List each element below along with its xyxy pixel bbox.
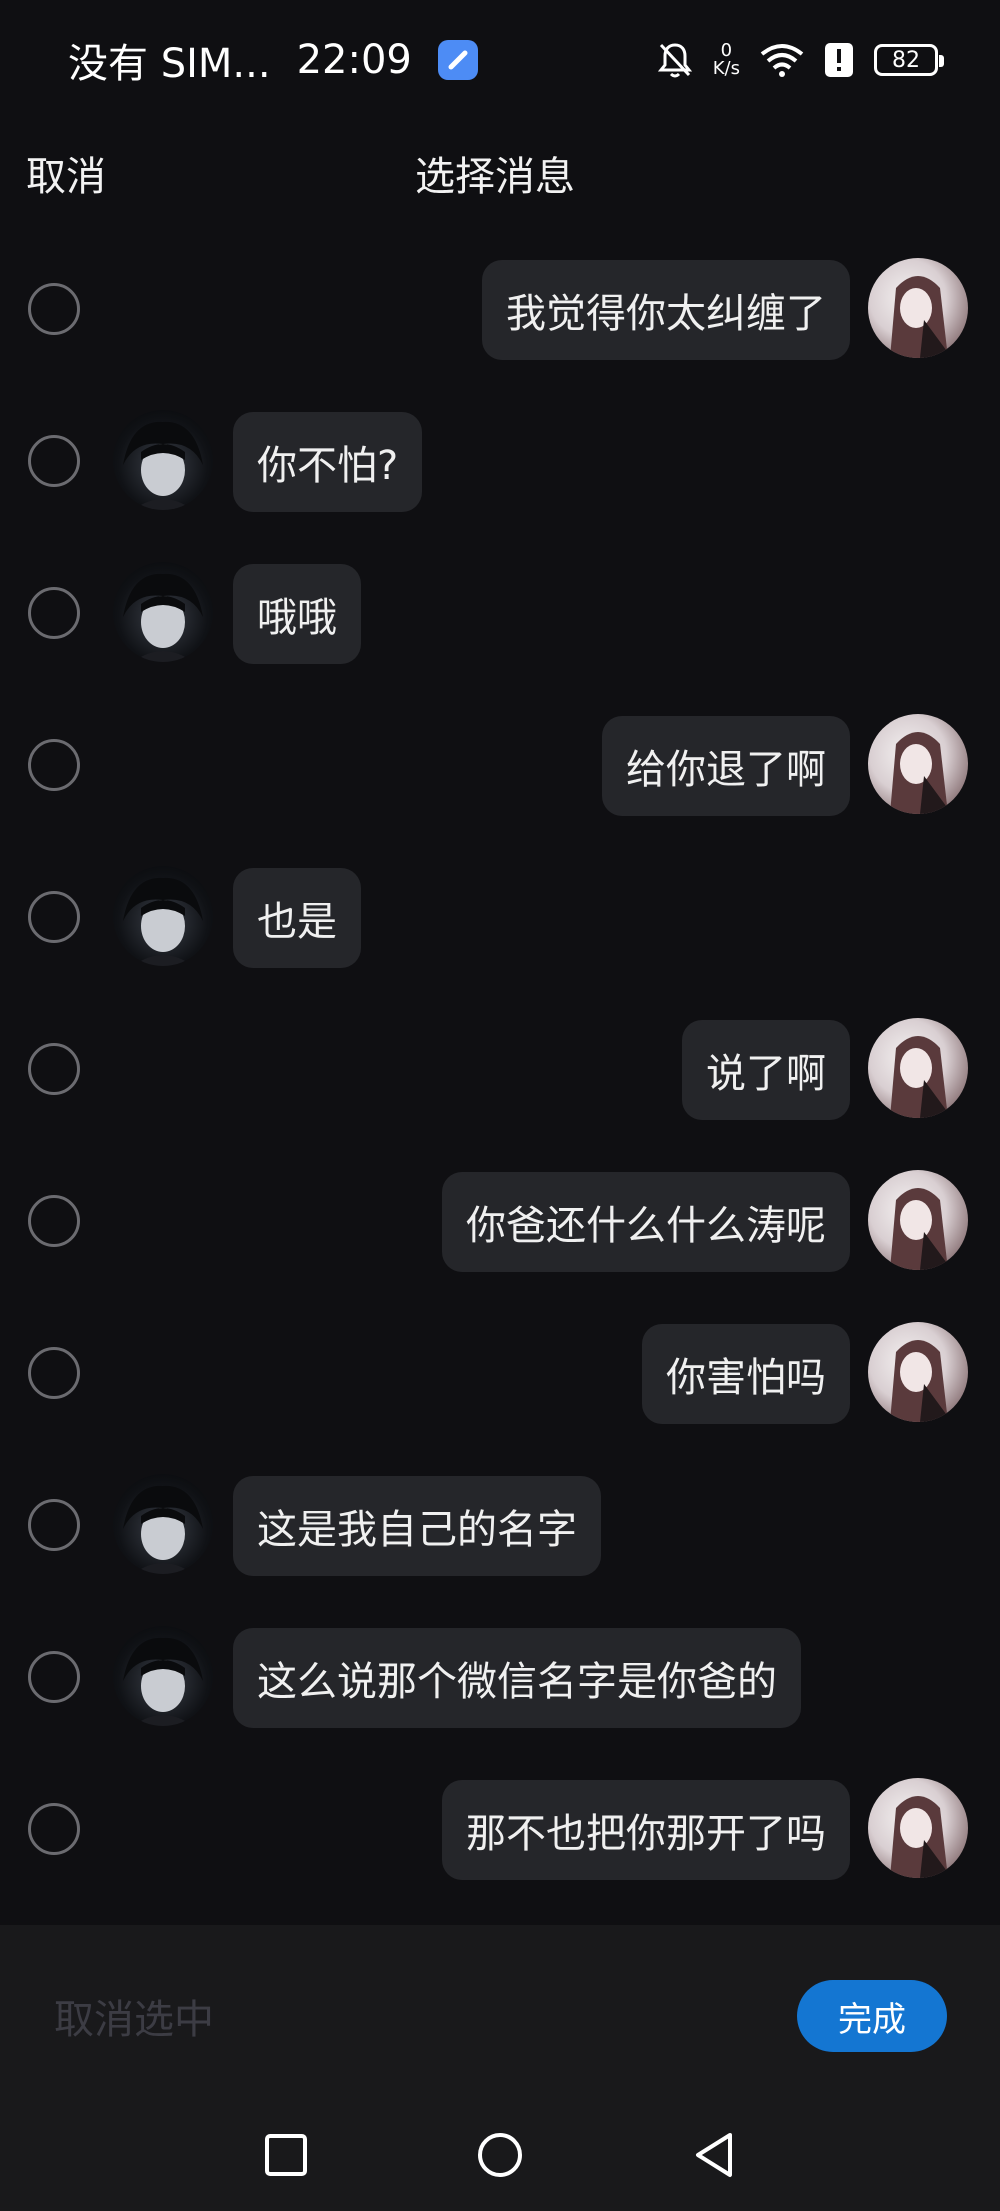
alert-icon xyxy=(825,43,853,77)
circle-icon xyxy=(478,2133,522,2177)
my-avatar xyxy=(868,1170,968,1270)
contact-avatar xyxy=(113,410,213,510)
status-right: 0 K/s 82 xyxy=(657,41,944,79)
contact-avatar xyxy=(113,1626,213,1726)
select-radio[interactable] xyxy=(28,283,80,335)
select-radio[interactable] xyxy=(28,739,80,791)
app-notification-icon xyxy=(437,40,478,80)
message-bubble[interactable]: 说了啊 xyxy=(682,1020,850,1120)
done-button[interactable]: 完成 xyxy=(797,1980,947,2052)
message-bubble[interactable]: 给你退了啊 xyxy=(602,716,850,816)
triangle-back-icon xyxy=(696,2133,732,2177)
my-avatar xyxy=(868,1322,968,1422)
my-avatar xyxy=(868,258,968,358)
message-row[interactable]: 我觉得你太纠缠了 xyxy=(0,250,1000,360)
home-button[interactable] xyxy=(470,2125,530,2185)
message-row[interactable]: 这是我自己的名字 xyxy=(0,1466,1000,1576)
select-radio[interactable] xyxy=(28,1651,80,1703)
recents-button[interactable] xyxy=(256,2125,316,2185)
message-row[interactable]: 哦哦 xyxy=(0,554,1000,664)
page-title: 选择消息 xyxy=(415,154,575,200)
battery-icon: 82 xyxy=(874,44,944,76)
message-row[interactable]: 这么说那个微信名字是你爸的 xyxy=(0,1618,1000,1728)
select-radio[interactable] xyxy=(28,435,80,487)
message-row[interactable]: 也是 xyxy=(0,858,1000,968)
message-row[interactable]: 你爸还什么什么涛呢 xyxy=(0,1162,1000,1272)
contact-avatar xyxy=(113,1474,213,1574)
header: 取消 选择消息 xyxy=(0,130,1000,210)
status-left: 没有 SIM... 22:09 xyxy=(68,31,478,89)
my-avatar xyxy=(868,1778,968,1878)
my-avatar xyxy=(868,1018,968,1118)
my-avatar xyxy=(868,714,968,814)
select-radio[interactable] xyxy=(28,1043,80,1095)
net-speed: 0 K/s xyxy=(713,42,740,78)
message-row[interactable]: 说了啊 xyxy=(0,1010,1000,1120)
select-radio[interactable] xyxy=(28,891,80,943)
message-row[interactable]: 你不怕? xyxy=(0,402,1000,512)
contact-avatar xyxy=(113,562,213,662)
message-bubble[interactable]: 也是 xyxy=(233,868,361,968)
message-bubble[interactable]: 我觉得你太纠缠了 xyxy=(482,260,850,360)
message-bubble[interactable]: 这是我自己的名字 xyxy=(233,1476,601,1576)
status-bar: 没有 SIM... 22:09 0 K/s 82 xyxy=(0,0,1000,120)
contact-avatar xyxy=(113,866,213,966)
net-speed-unit: K/s xyxy=(712,58,740,79)
mute-bell-icon xyxy=(657,43,692,78)
navigation-bar xyxy=(0,2115,1000,2195)
select-radio[interactable] xyxy=(28,1499,80,1551)
square-icon xyxy=(265,2134,307,2176)
clock: 22:09 xyxy=(296,37,412,83)
message-bubble[interactable]: 你害怕吗 xyxy=(642,1324,850,1424)
carrier-text: 没有 SIM... xyxy=(68,41,271,87)
message-row[interactable]: 那不也把你那开了吗 xyxy=(0,1770,1000,1880)
message-bubble[interactable]: 那不也把你那开了吗 xyxy=(442,1780,850,1880)
message-bubble[interactable]: 你爸还什么什么涛呢 xyxy=(442,1172,850,1272)
deselect-button[interactable]: 取消选中 xyxy=(54,1987,214,2045)
message-row[interactable]: 你害怕吗 xyxy=(0,1314,1000,1424)
select-radio[interactable] xyxy=(28,587,80,639)
select-radio[interactable] xyxy=(28,1195,80,1247)
wifi-icon xyxy=(760,44,804,77)
select-radio[interactable] xyxy=(28,1803,80,1855)
cancel-button[interactable]: 取消 xyxy=(26,144,106,202)
back-button[interactable] xyxy=(684,2125,744,2185)
message-bubble[interactable]: 你不怕? xyxy=(233,412,423,512)
message-bubble[interactable]: 哦哦 xyxy=(233,564,361,664)
select-radio[interactable] xyxy=(28,1347,80,1399)
message-bubble[interactable]: 这么说那个微信名字是你爸的 xyxy=(233,1628,801,1728)
message-row[interactable]: 给你退了啊 xyxy=(0,706,1000,816)
battery-level: 82 xyxy=(892,47,920,73)
